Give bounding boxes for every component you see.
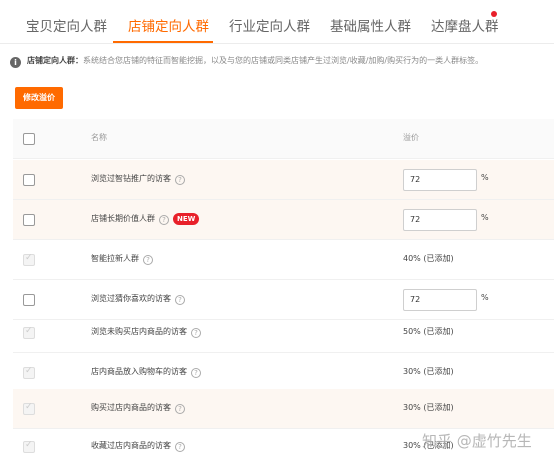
row-checkbox[interactable]	[23, 174, 35, 186]
help-icon[interactable]: ?	[175, 404, 185, 414]
percent-unit: %	[481, 293, 489, 302]
tab-item-targeting[interactable]: 宝贝定向人群	[26, 15, 107, 35]
tab-bar: 宝贝定向人群 店铺定向人群 行业定向人群 基础属性人群 达摩盘人群	[0, 0, 554, 44]
active-tab-indicator	[113, 41, 213, 43]
premium-added-text: 30% (已添加)	[403, 367, 454, 376]
table-row: 购买过店内商品的访客? 30% (已添加)	[13, 389, 554, 429]
modify-premium-button[interactable]: 修改溢价	[15, 87, 63, 109]
table-row: 店铺长期价值人群? NEW 72 %	[13, 200, 554, 240]
row-checkbox-disabled	[23, 326, 35, 339]
select-all-checkbox[interactable]	[23, 133, 35, 145]
row-name: 浏览过猜你喜欢的访客?	[91, 293, 185, 305]
new-badge: NEW	[173, 213, 200, 225]
row-name: 智能拉新人群?	[91, 253, 153, 265]
percent-unit: %	[481, 173, 489, 182]
row-checkbox[interactable]	[23, 214, 35, 226]
help-icon[interactable]: ?	[175, 442, 185, 452]
column-header-name: 名称	[91, 133, 107, 142]
row-checkbox[interactable]	[23, 294, 35, 306]
row-name: 浏览未购买店内商品的访客?	[91, 326, 201, 338]
premium-input[interactable]: 72	[403, 289, 477, 311]
premium-added-text: 30% (已添加)	[403, 403, 454, 412]
row-checkbox-disabled	[23, 366, 35, 379]
help-icon[interactable]: ?	[191, 368, 201, 378]
row-name: 购买过店内商品的访客?	[91, 402, 185, 414]
premium-input[interactable]: 72	[403, 209, 477, 231]
percent-unit: %	[481, 213, 489, 222]
help-icon[interactable]: ?	[159, 215, 169, 225]
info-banner: i 店铺定向人群：系统结合您店铺的特征而智能挖掘，以及与您的店铺或同类店铺产生过浏…	[10, 55, 554, 75]
tab-damopan[interactable]: 达摩盘人群	[431, 15, 499, 35]
table-row: 店内商品放入购物车的访客? 30% (已添加)	[13, 353, 554, 393]
notification-dot	[491, 11, 497, 17]
row-checkbox-disabled	[23, 253, 35, 266]
table-row: 浏览未购买店内商品的访客? 50% (已添加)	[13, 313, 554, 353]
premium-input[interactable]: 72	[403, 169, 477, 191]
help-icon[interactable]: ?	[175, 175, 185, 185]
help-icon[interactable]: ?	[175, 295, 185, 305]
info-icon: i	[10, 57, 21, 68]
row-checkbox-disabled	[23, 402, 35, 415]
tab-industry-targeting[interactable]: 行业定向人群	[229, 15, 310, 35]
table-row: 智能拉新人群? 40% (已添加)	[13, 240, 554, 280]
table-header: 名称 溢价	[13, 119, 554, 159]
info-title: 店铺定向人群：	[27, 56, 83, 65]
row-name: 浏览过智钻推广的访客?	[91, 173, 185, 185]
info-text: 系统结合您店铺的特征而智能挖掘，以及与您的店铺或同类店铺产生过浏览/收藏/加购/…	[83, 56, 484, 65]
row-checkbox-disabled	[23, 440, 35, 453]
help-icon[interactable]: ?	[191, 328, 201, 338]
premium-added-text: 50% (已添加)	[403, 327, 454, 336]
help-icon[interactable]: ?	[143, 255, 153, 265]
table-row: 浏览过智钻推广的访客? 72 %	[13, 160, 554, 200]
row-name: 店铺长期价值人群? NEW	[91, 213, 200, 225]
row-name: 店内商品放入购物车的访客?	[91, 366, 201, 378]
tab-shop-targeting[interactable]: 店铺定向人群	[128, 15, 209, 35]
watermark: 知乎 @虚竹先生	[422, 432, 532, 450]
row-name: 收藏过店内商品的访客?	[91, 440, 185, 452]
column-header-premium: 溢价	[403, 133, 419, 142]
tab-basic-attributes[interactable]: 基础属性人群	[330, 15, 411, 35]
premium-added-text: 40% (已添加)	[403, 254, 454, 263]
